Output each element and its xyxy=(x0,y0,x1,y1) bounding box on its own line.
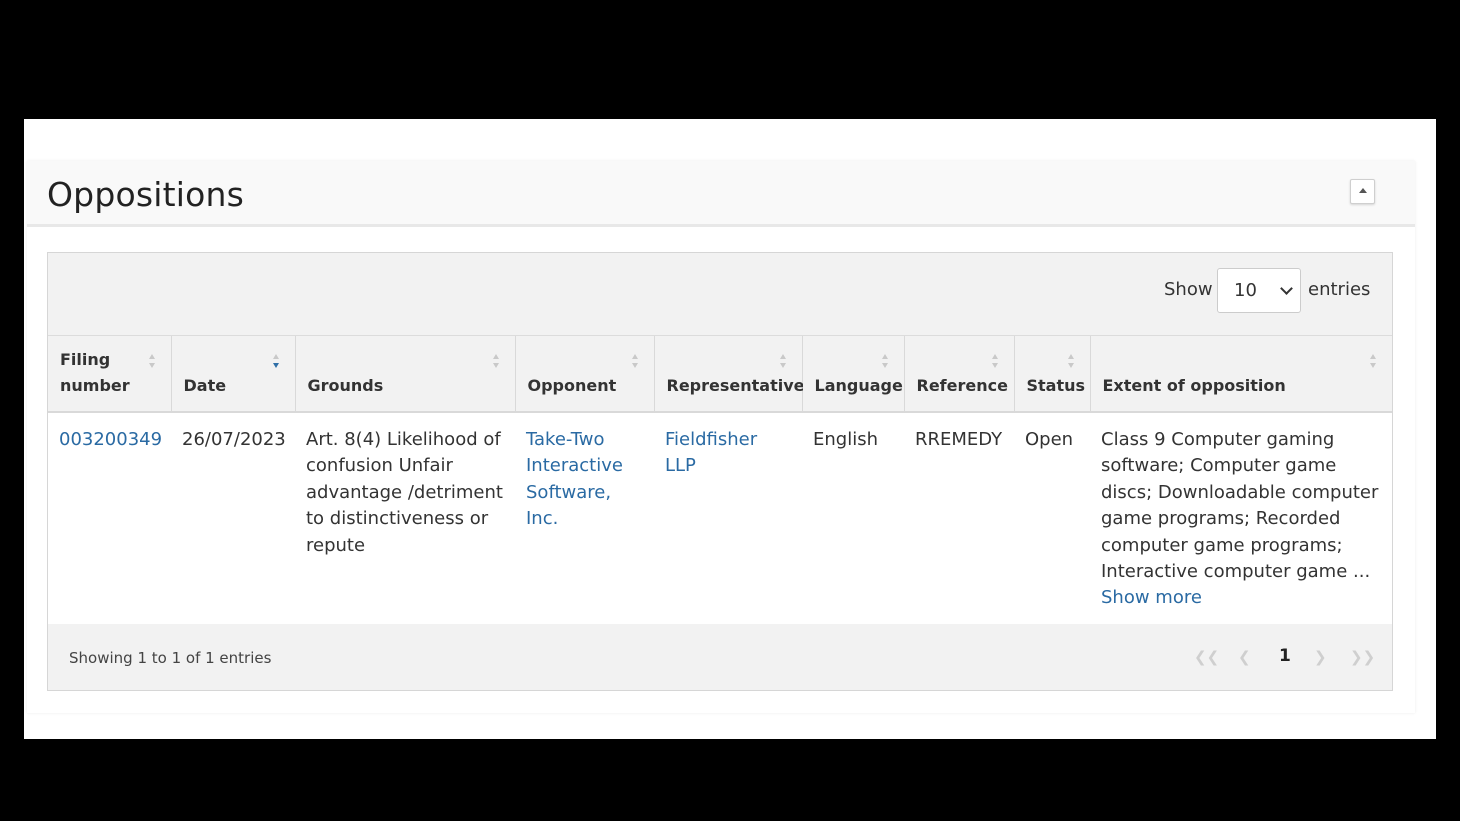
chevron-right-icon[interactable]: ❯ xyxy=(1314,648,1327,666)
table-row: 003200349 26/07/2023 Art. 8(4) Likelihoo… xyxy=(48,412,1392,625)
table-info: Showing 1 to 1 of 1 entries xyxy=(69,649,272,667)
column-label: Language xyxy=(814,376,903,395)
table-footer: Showing 1 to 1 of 1 entries ❮❮ ❮ 1 ❯ ❯❯ xyxy=(48,624,1392,690)
cell-language: English xyxy=(802,412,904,625)
column-header-reference[interactable]: Reference xyxy=(904,336,1015,413)
cell-date: 26/07/2023 xyxy=(171,412,295,625)
oppositions-table-wrapper: Show 10 entries Filing number Date Groun… xyxy=(47,252,1393,691)
entries-per-page-select[interactable]: 10 xyxy=(1217,268,1301,313)
opponent-link[interactable]: Take-Two Interactive Software, Inc. xyxy=(526,429,623,529)
entries-select-value: 10 xyxy=(1234,280,1257,301)
column-label: Status xyxy=(1026,376,1086,395)
column-label: Opponent xyxy=(527,376,617,395)
show-more-link[interactable]: Show more xyxy=(1101,587,1202,608)
cell-filing-number: 003200349 xyxy=(48,412,171,625)
filing-number-link[interactable]: 003200349 xyxy=(59,429,162,450)
sort-icon xyxy=(492,354,501,370)
column-header-filing-number[interactable]: Filing number xyxy=(48,336,172,413)
table-header-row: Filing number Date Grounds Opponent Repr… xyxy=(48,336,1392,413)
column-header-representative[interactable]: Representative xyxy=(654,336,805,413)
column-header-language[interactable]: Language xyxy=(802,336,905,413)
representative-link[interactable]: Fieldfisher LLP xyxy=(665,429,757,476)
column-header-opponent[interactable]: Opponent xyxy=(515,336,655,413)
sort-icon xyxy=(991,354,1000,370)
entries-label: entries xyxy=(1308,279,1371,300)
sort-icon xyxy=(881,354,890,370)
double-chevron-right-icon[interactable]: ❯❯ xyxy=(1350,648,1375,666)
column-header-date[interactable]: Date xyxy=(171,336,296,413)
chevron-left-icon[interactable]: ❮ xyxy=(1238,648,1251,666)
sort-icon xyxy=(148,354,157,370)
sort-icon xyxy=(631,354,640,370)
chevron-down-icon xyxy=(1280,282,1293,295)
column-header-grounds[interactable]: Grounds xyxy=(295,336,516,413)
panel-header: Oppositions xyxy=(27,161,1415,227)
panel-title: Oppositions xyxy=(47,175,245,214)
sort-desc-icon xyxy=(272,354,281,370)
cell-representative: Fieldfisher LLP xyxy=(654,412,802,625)
column-label: Representative xyxy=(666,376,805,395)
column-header-status[interactable]: Status xyxy=(1014,336,1091,413)
sort-icon xyxy=(779,354,788,370)
column-label: Extent of opposition xyxy=(1102,376,1286,395)
column-label: Filing number xyxy=(60,350,130,395)
double-chevron-left-icon[interactable]: ❮❮ xyxy=(1194,648,1219,666)
page-number-current[interactable]: 1 xyxy=(1279,646,1291,666)
column-label: Grounds xyxy=(307,376,384,395)
sort-icon xyxy=(1370,354,1378,370)
cell-status: Open xyxy=(1014,412,1090,625)
cell-extent: Class 9 Computer gaming software; Comput… xyxy=(1090,412,1392,625)
cell-opponent: Take-Two Interactive Software, Inc. xyxy=(515,412,654,625)
oppositions-panel: Oppositions Show 10 entries Filing numbe… xyxy=(27,161,1415,713)
column-label: Date xyxy=(183,376,227,395)
sort-icon xyxy=(1067,354,1076,370)
cell-grounds: Art. 8(4) Likelihood of confusion Unfair… xyxy=(295,412,515,625)
oppositions-table: Filing number Date Grounds Opponent Repr… xyxy=(48,336,1392,625)
page: Oppositions Show 10 entries Filing numbe… xyxy=(24,119,1436,739)
caret-up-icon xyxy=(1359,188,1367,193)
extent-text: Class 9 Computer gaming software; Comput… xyxy=(1101,429,1379,583)
table-toolbar: Show 10 entries xyxy=(48,253,1392,336)
column-header-extent[interactable]: Extent of opposition xyxy=(1090,336,1392,413)
show-label: Show xyxy=(1164,279,1213,300)
cell-reference: RREMEDY xyxy=(904,412,1014,625)
collapse-button[interactable] xyxy=(1350,179,1375,204)
column-label: Reference xyxy=(916,376,1008,395)
